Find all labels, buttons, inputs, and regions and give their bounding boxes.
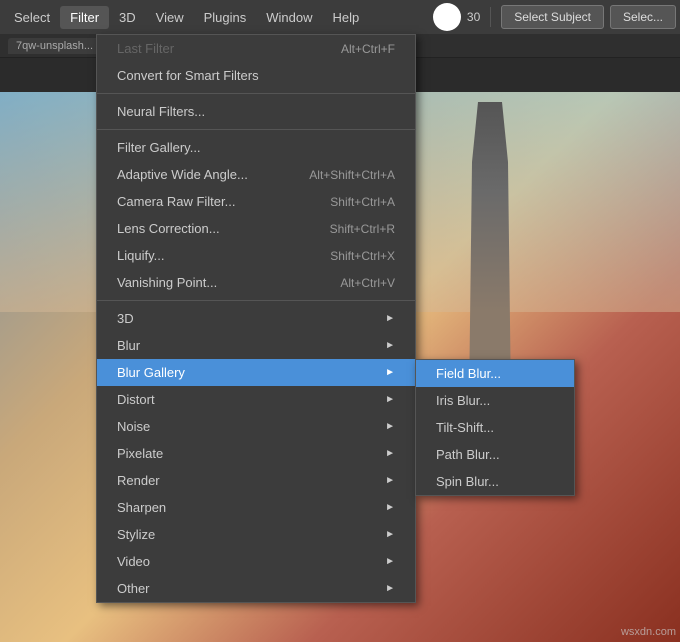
menu-item-label: Distort — [117, 392, 155, 407]
menu-item-label: 3D — [117, 311, 134, 326]
submenu-arrow-icon: ► — [385, 340, 395, 351]
menu-filter[interactable]: Filter — [60, 6, 109, 29]
menu-3d[interactable]: 3D — [109, 6, 146, 29]
menu-item-label: Pixelate — [117, 446, 163, 461]
menu-item-noise[interactable]: Noise ► — [97, 413, 415, 440]
menu-item-label: Filter Gallery... — [117, 140, 201, 155]
menu-item-neural-filters[interactable]: Neural Filters... — [97, 98, 415, 125]
menu-item-label: Vanishing Point... — [117, 275, 217, 290]
submenu-arrow-icon: ► — [385, 367, 395, 378]
separator-3 — [97, 300, 415, 301]
select-subject-button[interactable]: Select Subject — [501, 5, 604, 29]
menu-item-shortcut: Alt+Ctrl+F — [341, 42, 395, 56]
menu-item-convert-smart[interactable]: Convert for Smart Filters — [97, 62, 415, 89]
submenu-item-tilt-shift[interactable]: Tilt-Shift... — [416, 414, 574, 441]
menu-item-pixelate[interactable]: Pixelate ► — [97, 440, 415, 467]
menu-item-label: Sharpen — [117, 500, 166, 515]
menu-item-label: Other — [117, 581, 150, 596]
submenu-arrow-icon: ► — [385, 475, 395, 486]
menu-item-lens-correction[interactable]: Lens Correction... Shift+Ctrl+R — [97, 215, 415, 242]
menu-item-3d[interactable]: 3D ► — [97, 305, 415, 332]
menu-item-blur-gallery[interactable]: Blur Gallery ► Field Blur... Iris Blur..… — [97, 359, 415, 386]
menu-plugins[interactable]: Plugins — [194, 6, 257, 29]
submenu-item-spin-blur[interactable]: Spin Blur... — [416, 468, 574, 495]
menu-help[interactable]: Help — [323, 6, 370, 29]
submenu-arrow-icon: ► — [385, 502, 395, 513]
menu-item-shortcut: Shift+Ctrl+X — [330, 249, 395, 263]
separator-1 — [97, 93, 415, 94]
menu-item-label: Liquify... — [117, 248, 164, 263]
menu-item-label: Camera Raw Filter... — [117, 194, 235, 209]
submenu-item-field-blur[interactable]: Field Blur... — [416, 360, 574, 387]
menu-item-shortcut: Shift+Ctrl+A — [330, 195, 395, 209]
menu-item-label: Blur Gallery — [117, 365, 185, 380]
menu-item-shortcut: Alt+Ctrl+V — [340, 276, 395, 290]
menu-item-filter-gallery[interactable]: Filter Gallery... — [97, 134, 415, 161]
menu-item-liquify[interactable]: Liquify... Shift+Ctrl+X — [97, 242, 415, 269]
menu-item-render[interactable]: Render ► — [97, 467, 415, 494]
menu-item-shortcut: Shift+Ctrl+R — [330, 222, 395, 236]
menu-item-label: Blur — [117, 338, 140, 353]
select-button[interactable]: Selec... — [610, 5, 676, 29]
submenu-arrow-icon: ► — [385, 313, 395, 324]
brush-preview — [433, 3, 461, 31]
menu-item-shortcut: Alt+Shift+Ctrl+A — [309, 168, 395, 182]
menu-select[interactable]: Select — [4, 6, 60, 29]
submenu-item-iris-blur[interactable]: Iris Blur... — [416, 387, 574, 414]
menu-item-vanishing-point[interactable]: Vanishing Point... Alt+Ctrl+V — [97, 269, 415, 296]
menu-item-adaptive-wide[interactable]: Adaptive Wide Angle... Alt+Shift+Ctrl+A — [97, 161, 415, 188]
menu-item-label: Neural Filters... — [117, 104, 205, 119]
menu-item-label: Noise — [117, 419, 150, 434]
menu-item-label: Last Filter — [117, 41, 174, 56]
filter-dropdown: Last Filter Alt+Ctrl+F Convert for Smart… — [96, 34, 416, 603]
menu-item-other[interactable]: Other ► — [97, 575, 415, 602]
separator-2 — [97, 129, 415, 130]
menu-item-stylize[interactable]: Stylize ► — [97, 521, 415, 548]
brush-size-label: 30 — [467, 10, 480, 24]
submenu-arrow-icon: ► — [385, 394, 395, 405]
menu-window[interactable]: Window — [256, 6, 322, 29]
submenu-arrow-icon: ► — [385, 556, 395, 567]
blur-gallery-submenu: Field Blur... Iris Blur... Tilt-Shift...… — [415, 359, 575, 496]
menu-bar: Select Filter 3D View Plugins Window Hel… — [0, 0, 680, 34]
menu-item-label: Adaptive Wide Angle... — [117, 167, 248, 182]
menu-item-label: Convert for Smart Filters — [117, 68, 259, 83]
menu-view[interactable]: View — [146, 6, 194, 29]
menu-item-label: Stylize — [117, 527, 155, 542]
menu-item-label: Video — [117, 554, 150, 569]
menu-item-blur[interactable]: Blur ► — [97, 332, 415, 359]
submenu-arrow-icon: ► — [385, 583, 395, 594]
menu-item-distort[interactable]: Distort ► — [97, 386, 415, 413]
submenu-arrow-icon: ► — [385, 529, 395, 540]
submenu-arrow-icon: ► — [385, 448, 395, 459]
menu-item-video[interactable]: Video ► — [97, 548, 415, 575]
submenu-arrow-icon: ► — [385, 421, 395, 432]
menu-item-label: Lens Correction... — [117, 221, 220, 236]
toolbar-divider — [490, 7, 491, 27]
watermark: wsxdn.com — [621, 626, 676, 638]
menu-item-label: Render — [117, 473, 160, 488]
submenu-item-path-blur[interactable]: Path Blur... — [416, 441, 574, 468]
menu-item-last-filter[interactable]: Last Filter Alt+Ctrl+F — [97, 35, 415, 62]
filter-menu: Last Filter Alt+Ctrl+F Convert for Smart… — [96, 34, 416, 603]
menu-item-camera-raw[interactable]: Camera Raw Filter... Shift+Ctrl+A — [97, 188, 415, 215]
menu-item-sharpen[interactable]: Sharpen ► — [97, 494, 415, 521]
tab-file[interactable]: 7qw-unsplash... — [8, 38, 101, 54]
